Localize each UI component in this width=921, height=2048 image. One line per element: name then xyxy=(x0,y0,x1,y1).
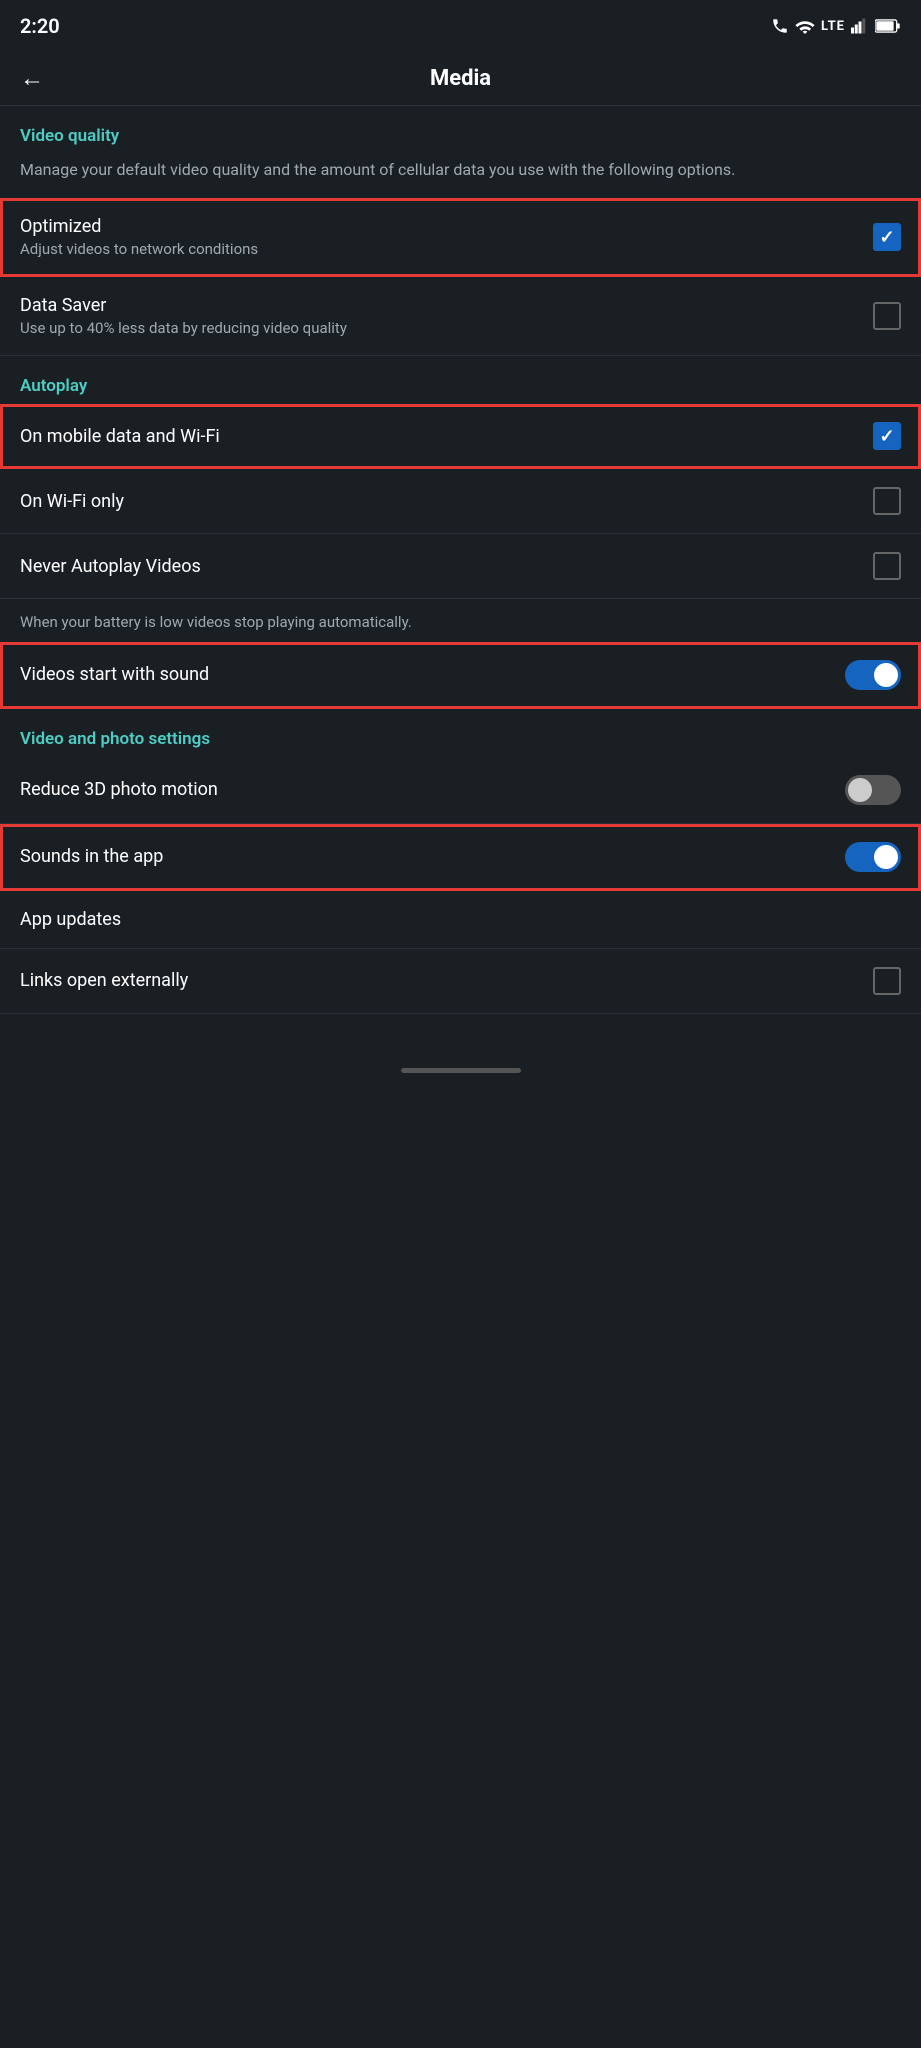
status-icons: LTE xyxy=(771,17,901,35)
back-button[interactable]: ← xyxy=(20,64,44,93)
page-title: Media xyxy=(430,66,491,91)
sounds-in-app-toggle-knob xyxy=(874,845,898,869)
wifi-only-option-title: On Wi-Fi only xyxy=(20,491,857,512)
links-open-externally-row[interactable]: Links open externally xyxy=(0,949,921,1014)
phone-icon xyxy=(771,17,789,35)
data-saver-option-subtitle: Use up to 40% less data by reducing vide… xyxy=(20,319,857,337)
mobile-wifi-option-title: On mobile data and Wi-Fi xyxy=(20,426,857,447)
status-bar: 2:20 LTE xyxy=(0,0,921,52)
reduce-3d-photo-title: Reduce 3D photo motion xyxy=(20,779,829,800)
data-saver-option-left: Data Saver Use up to 40% less data by re… xyxy=(20,295,873,337)
never-autoplay-option-title: Never Autoplay Videos xyxy=(20,556,857,577)
bottom-bar xyxy=(0,1054,921,1087)
reduce-3d-photo-left: Reduce 3D photo motion xyxy=(20,779,845,800)
page-header: ← Media xyxy=(0,52,921,106)
wifi-only-option-left: On Wi-Fi only xyxy=(20,491,873,512)
data-saver-option-title: Data Saver xyxy=(20,295,857,316)
app-updates-left: App updates xyxy=(20,909,901,930)
video-quality-description: Manage your default video quality and th… xyxy=(0,154,921,198)
mobile-wifi-option-row[interactable]: On mobile data and Wi-Fi xyxy=(0,404,921,469)
lte-icon: LTE xyxy=(821,19,845,34)
mobile-wifi-option-left: On mobile data and Wi-Fi xyxy=(20,426,873,447)
reduce-3d-photo-toggle-knob xyxy=(848,778,872,802)
signal-icon xyxy=(851,18,869,34)
sounds-in-app-row[interactable]: Sounds in the app xyxy=(0,824,921,891)
app-updates-row[interactable]: App updates xyxy=(0,891,921,949)
wifi-only-checkbox[interactable] xyxy=(873,487,901,515)
sounds-in-app-left: Sounds in the app xyxy=(20,846,845,867)
optimized-option-row[interactable]: Optimized Adjust videos to network condi… xyxy=(0,198,921,277)
app-updates-title: App updates xyxy=(20,909,885,930)
videos-start-with-sound-row[interactable]: Videos start with sound xyxy=(0,642,921,709)
videos-start-with-sound-toggle[interactable] xyxy=(845,660,901,690)
never-autoplay-option-row[interactable]: Never Autoplay Videos xyxy=(0,534,921,599)
settings-content: Video quality Manage your default video … xyxy=(0,106,921,1014)
never-autoplay-option-left: Never Autoplay Videos xyxy=(20,556,873,577)
bottom-pill xyxy=(401,1068,521,1073)
videos-start-with-sound-title: Videos start with sound xyxy=(20,664,829,685)
optimized-option-title: Optimized xyxy=(20,216,857,237)
links-open-externally-title: Links open externally xyxy=(20,970,857,991)
wifi-icon xyxy=(795,18,815,34)
optimized-checkbox[interactable] xyxy=(873,223,901,251)
mobile-wifi-checkbox[interactable] xyxy=(873,422,901,450)
status-time: 2:20 xyxy=(20,14,60,38)
autoplay-section-header: Autoplay xyxy=(0,356,921,404)
battery-icon xyxy=(875,19,901,33)
optimized-option-subtitle: Adjust videos to network conditions xyxy=(20,240,857,258)
video-quality-section-header: Video quality xyxy=(0,106,921,154)
sounds-in-app-title: Sounds in the app xyxy=(20,846,829,867)
sounds-in-app-toggle[interactable] xyxy=(845,842,901,872)
never-autoplay-checkbox[interactable] xyxy=(873,552,901,580)
data-saver-checkbox[interactable] xyxy=(873,302,901,330)
video-photo-section-header: Video and photo settings xyxy=(0,709,921,757)
battery-note: When your battery is low videos stop pla… xyxy=(0,599,921,642)
links-open-externally-checkbox[interactable] xyxy=(873,967,901,995)
data-saver-option-row[interactable]: Data Saver Use up to 40% less data by re… xyxy=(0,277,921,356)
wifi-only-option-row[interactable]: On Wi-Fi only xyxy=(0,469,921,534)
reduce-3d-photo-toggle[interactable] xyxy=(845,775,901,805)
optimized-option-left: Optimized Adjust videos to network condi… xyxy=(20,216,873,258)
videos-start-with-sound-left: Videos start with sound xyxy=(20,664,845,685)
links-open-externally-left: Links open externally xyxy=(20,970,873,991)
videos-start-with-sound-toggle-knob xyxy=(874,663,898,687)
reduce-3d-photo-row[interactable]: Reduce 3D photo motion xyxy=(0,757,921,824)
